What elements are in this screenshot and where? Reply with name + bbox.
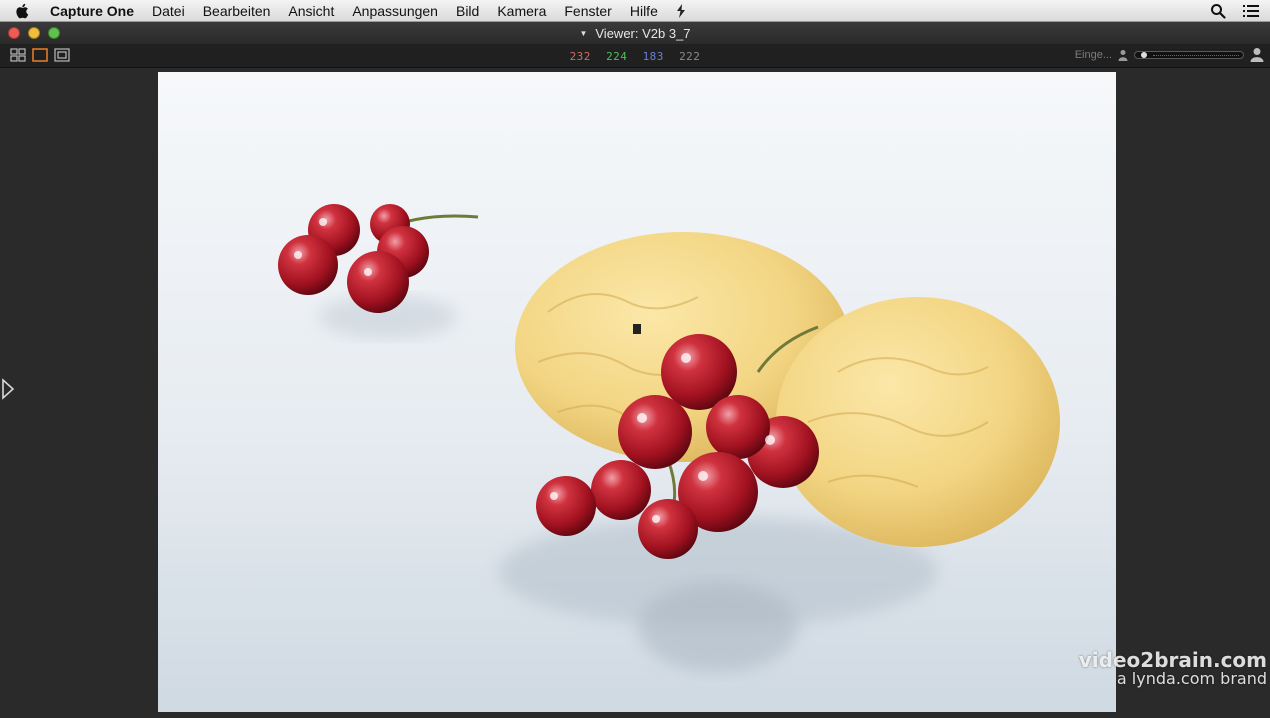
- person-large-icon: [1250, 48, 1264, 62]
- readout-red: 232: [569, 50, 591, 63]
- zoom-controls: Einge...: [1075, 47, 1264, 62]
- window-title-bar: ▼ Viewer: V2b 3_7: [0, 22, 1270, 44]
- list-icon[interactable]: [1242, 3, 1260, 19]
- close-button[interactable]: [8, 27, 20, 39]
- zoom-button[interactable]: [48, 27, 60, 39]
- menu-app-name[interactable]: Capture One: [46, 3, 143, 19]
- zoom-label[interactable]: Einge...: [1075, 49, 1112, 61]
- image-viewer[interactable]: video2brain.com a lynda.com brand: [0, 68, 1270, 718]
- minimize-button[interactable]: [28, 27, 40, 39]
- zoom-slider[interactable]: [1134, 50, 1244, 59]
- window-controls: [8, 27, 60, 39]
- menu-datei[interactable]: Datei: [143, 3, 194, 19]
- menu-hilfe[interactable]: Hilfe: [621, 3, 667, 19]
- search-icon[interactable]: [1210, 3, 1226, 19]
- person-small-icon: [1118, 49, 1128, 61]
- video2brain-watermark: video2brain.com a lynda.com brand: [1079, 650, 1267, 688]
- zoom-slider-knob[interactable]: [1141, 51, 1147, 58]
- menu-anpassungen[interactable]: Anpassungen: [343, 3, 447, 19]
- photo-preview: [158, 72, 1116, 712]
- zoom-slider-track: [1153, 54, 1239, 56]
- script-menu-icon[interactable]: [673, 3, 689, 19]
- readout-blue: 183: [642, 50, 664, 63]
- menu-bearbeiten[interactable]: Bearbeiten: [194, 3, 280, 19]
- watermark-line2: a lynda.com brand: [1116, 669, 1267, 689]
- menu-bild[interactable]: Bild: [447, 3, 488, 19]
- menu-fenster[interactable]: Fenster: [555, 3, 620, 19]
- readout-luminance: 222: [679, 50, 701, 63]
- watermark-line1: video2brain.com: [1078, 648, 1267, 673]
- cursor-marker: [633, 324, 641, 334]
- menu-ansicht[interactable]: Ansicht: [279, 3, 343, 19]
- menu-bar: Capture One Datei Bearbeiten Ansicht Anp…: [0, 0, 1270, 22]
- expand-panel-icon[interactable]: [1, 378, 15, 400]
- apple-icon[interactable]: [14, 2, 32, 20]
- menu-kamera[interactable]: Kamera: [488, 3, 555, 19]
- window-title: Viewer: V2b 3_7: [595, 25, 691, 41]
- readout-green: 224: [606, 50, 628, 63]
- title-dropdown-icon[interactable]: ▼: [579, 29, 587, 38]
- viewer-toolbar: 232 224 183 222 Einge...: [0, 44, 1270, 68]
